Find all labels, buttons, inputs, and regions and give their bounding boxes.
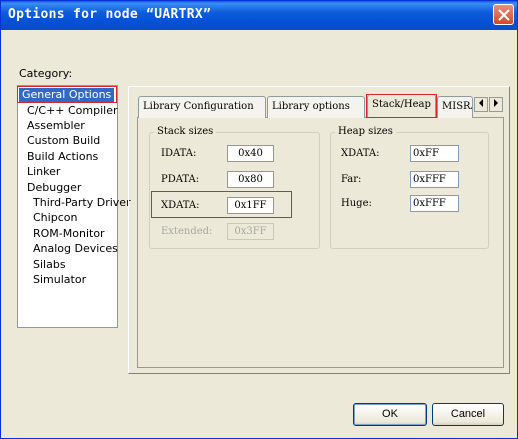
category-item-debugger[interactable]: Debugger — [27, 181, 81, 195]
tab-scroll-right-button[interactable] — [489, 97, 503, 112]
category-label: Category: — [19, 67, 73, 80]
heap-huge-label: Huge: — [341, 198, 372, 209]
tab-library-options[interactable]: Library options — [267, 96, 365, 118]
title-bar[interactable]: Options for node “UARTRX” — [1, 1, 517, 30]
tab-library-configuration[interactable]: Library Configuration — [138, 96, 266, 118]
category-item-simulator[interactable]: Simulator — [33, 273, 86, 287]
stack-idata-label: IDATA: — [161, 148, 197, 159]
highlight-box-stack-xdata — [151, 191, 292, 218]
heap-sizes-title: Heap sizes — [335, 126, 396, 137]
category-item-third-party-driver[interactable]: Third-Party Driver — [33, 196, 131, 210]
highlight-box-general-options — [17, 86, 117, 103]
category-item-custom-build[interactable]: Custom Build — [27, 134, 100, 148]
stack-extended-label: Extended: — [161, 226, 213, 237]
heap-xdata-label: XDATA: — [341, 148, 380, 159]
heap-xdata-input[interactable]: 0xFF — [410, 145, 459, 162]
tab-misra[interactable]: MISRA — [437, 96, 473, 118]
heap-far-label: Far: — [341, 174, 362, 185]
cancel-button[interactable]: Cancel — [432, 403, 504, 426]
ok-button[interactable]: OK — [353, 403, 427, 426]
category-item-build-actions[interactable]: Build Actions — [27, 150, 98, 164]
stack-pdata-label: PDATA: — [161, 174, 200, 185]
tab-scroll-left-button[interactable] — [474, 97, 488, 112]
stack-extended-input: 0x3FF — [227, 223, 274, 240]
category-item-c-cpp-compiler[interactable]: C/C++ Compiler — [27, 104, 118, 118]
arrow-left-icon — [479, 99, 483, 107]
category-item-linker[interactable]: Linker — [27, 165, 60, 179]
stack-sizes-title: Stack sizes — [154, 126, 217, 137]
category-item-chipcon[interactable]: Chipcon — [33, 211, 77, 225]
window-title: Options for node “UARTRX” — [8, 7, 212, 22]
close-icon — [498, 9, 510, 21]
options-dialog: Options for node “UARTRX” Category: Gene… — [0, 0, 518, 439]
heap-far-input[interactable]: 0xFFF — [410, 171, 459, 188]
arrow-right-icon — [494, 99, 498, 107]
heap-huge-input[interactable]: 0xFFF — [410, 195, 459, 212]
stack-idata-input[interactable]: 0x40 — [227, 145, 274, 162]
highlight-box-stack-heap-tab — [366, 94, 437, 118]
category-item-rom-monitor[interactable]: ROM-Monitor — [33, 227, 105, 241]
close-button[interactable] — [493, 4, 514, 25]
category-item-silabs[interactable]: Silabs — [33, 258, 66, 272]
category-item-analog-devices[interactable]: Analog Devices — [33, 242, 118, 256]
stack-pdata-input[interactable]: 0x80 — [227, 171, 274, 188]
category-item-assembler[interactable]: Assembler — [27, 119, 85, 133]
